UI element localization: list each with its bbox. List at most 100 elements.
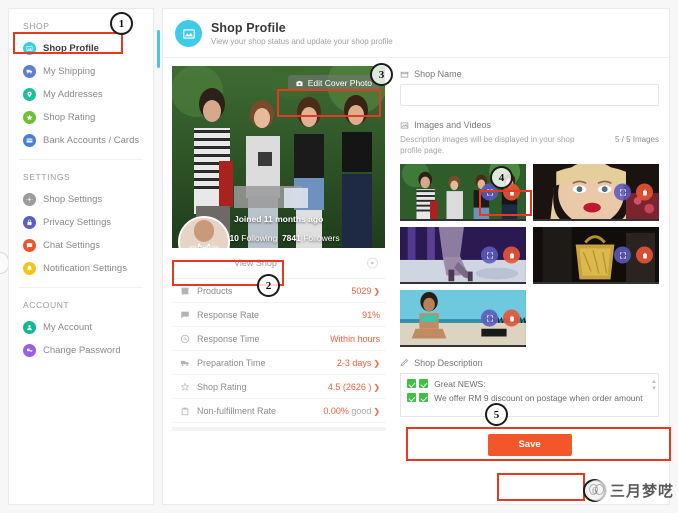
- delete-icon[interactable]: [503, 309, 521, 327]
- description-line: Great NEWS:: [407, 379, 644, 389]
- sidebar-item-label: Notification Settings: [43, 263, 127, 274]
- page-header: Shop Profile View your shop status and u…: [163, 9, 669, 58]
- sidebar-item-change-password[interactable]: Change Password: [9, 339, 153, 362]
- stat-row[interactable]: Shop Rating 4.5 (2626 ) ❯: [172, 375, 387, 399]
- images-grid: Swimwear: [400, 163, 659, 347]
- view-shop-row[interactable]: View Shop ▸: [172, 248, 387, 279]
- sidebar-item-label: Privacy Settings: [43, 217, 112, 228]
- edit-icon[interactable]: [481, 246, 499, 264]
- annotation-number-1: 1: [110, 12, 133, 35]
- stat-row[interactable]: Non-fulfillment Rate 0.00% good ❯: [172, 399, 387, 423]
- stat-row[interactable]: Response Rate 91%: [172, 303, 387, 327]
- image-icon: [175, 20, 202, 47]
- description-line-text: Great NEWS:: [434, 378, 486, 389]
- check-mark-icon: [419, 393, 429, 403]
- shop-profile-form: Shop Name Images and Videos Description …: [394, 58, 669, 456]
- sidebar-item-notification-settings[interactable]: Notification Settings: [9, 257, 153, 280]
- stat-label: Response Time: [197, 333, 260, 344]
- check-mark-icon: [419, 379, 429, 389]
- delete-icon[interactable]: [636, 183, 653, 201]
- stat-row[interactable]: Response Time Within hours: [172, 327, 387, 351]
- images-description: Description images will be displayed in …: [400, 135, 575, 155]
- sidebar-item-chat-settings[interactable]: Chat Settings: [9, 234, 153, 257]
- sidebar-item-shop-rating[interactable]: Shop Rating: [9, 106, 153, 129]
- sidebar-item-privacy-settings[interactable]: Privacy Settings: [9, 211, 153, 234]
- image-tile-actions: [614, 246, 653, 264]
- chat-icon: [23, 239, 36, 252]
- chat-icon: [180, 310, 190, 320]
- save-button[interactable]: Save: [487, 433, 572, 456]
- key-icon: [23, 344, 36, 357]
- view-shop-label: View Shop: [234, 258, 277, 268]
- chevron-right-icon: ▸: [367, 257, 379, 269]
- pin-icon: [23, 88, 36, 101]
- sidebar-item-shop-settings[interactable]: Shop Settings: [9, 188, 153, 211]
- content-columns: Edit Cover Photo Joined 11 months ago 12…: [163, 58, 669, 456]
- follow-stats: 1210 Following 7841 Followers: [220, 233, 340, 243]
- images-count: 5 / 5 Images: [614, 135, 659, 144]
- card-icon: [23, 134, 36, 147]
- image-tile[interactable]: [400, 226, 527, 284]
- stat-label: Shop Rating: [197, 381, 247, 392]
- sidebar-item-label: Chat Settings: [43, 240, 101, 251]
- sidebar-item-label: Bank Accounts / Cards: [43, 135, 140, 146]
- sidebar-item-label: My Account: [43, 322, 93, 333]
- bag-icon: [180, 406, 190, 416]
- followers-count: 7841: [281, 233, 301, 243]
- stat-value: 5029 ❯: [351, 285, 381, 296]
- sidebar-item-label: Change Password: [43, 345, 121, 356]
- box-icon: [180, 286, 190, 296]
- check-mark-icon: [407, 379, 417, 389]
- sidebar-section-title-account: ACCOUNT: [23, 300, 70, 310]
- bell-icon: [23, 262, 36, 275]
- shop-description-textarea[interactable]: Great NEWS: We offer RM 9 discount on po…: [400, 372, 659, 417]
- shop-name-input[interactable]: [400, 84, 659, 106]
- image-icon: [23, 42, 36, 55]
- description-line: We offer RM 9 discount on postage when o…: [407, 393, 644, 403]
- camera-icon: [296, 80, 303, 86]
- sidebar-item-my-account[interactable]: My Account: [9, 316, 153, 339]
- images-and-videos-label: Images and Videos: [400, 120, 659, 130]
- image-tile[interactable]: [533, 226, 659, 284]
- watermark-logo-icon: [585, 480, 607, 501]
- page-scroll-indicator[interactable]: [157, 30, 160, 68]
- shop-description-label: Shop Description: [400, 358, 659, 368]
- stat-value: 4.5 (2626 ) ❯: [327, 381, 381, 392]
- store-icon: [400, 71, 409, 77]
- image-icon: [400, 122, 409, 128]
- delivery-icon: [180, 358, 190, 368]
- pencil-icon: [400, 359, 409, 367]
- sidebar-item-shop-profile[interactable]: Shop Profile: [9, 37, 153, 60]
- annotation-number-2: 2: [257, 274, 280, 297]
- delete-icon[interactable]: [503, 246, 521, 264]
- cover-photo-area: Edit Cover Photo Joined 11 months ago 12…: [172, 66, 385, 248]
- edit-icon[interactable]: [614, 246, 631, 264]
- clock-icon: [180, 334, 190, 344]
- page-subtitle: View your shop status and update your sh…: [211, 37, 393, 46]
- stat-value: 91%: [362, 309, 381, 320]
- images-grid-empty-slot: [533, 290, 659, 347]
- sidebar-item-my-addresses[interactable]: My Addresses: [9, 83, 153, 106]
- description-scrollbar[interactable]: ▲ ▼: [651, 379, 657, 411]
- check-mark-icon: [407, 393, 417, 403]
- edit-cover-photo-button[interactable]: Edit Cover Photo: [287, 75, 379, 91]
- images-description-row: Description images will be displayed in …: [400, 135, 659, 157]
- gear-icon: [23, 193, 36, 206]
- page-title: Shop Profile: [211, 21, 286, 35]
- save-button-row: Save: [400, 433, 659, 456]
- sidebar-item-bank-accounts-cards[interactable]: Bank Accounts / Cards: [9, 129, 153, 152]
- image-tile[interactable]: [533, 163, 659, 221]
- edit-icon[interactable]: [614, 183, 631, 201]
- sidebar-item-label: Shop Profile: [43, 43, 99, 54]
- stat-row[interactable]: Preparation Time 2-3 days ❯: [172, 351, 387, 375]
- star-icon: [180, 381, 190, 392]
- edit-icon[interactable]: [481, 309, 499, 327]
- edit-cover-photo-label: Edit Cover Photo: [307, 78, 372, 88]
- image-tile[interactable]: Swimwear: [400, 289, 527, 347]
- stat-value: 2-3 days ❯: [336, 357, 381, 368]
- annotation-number-4: 4: [490, 166, 513, 189]
- left-sidebar: SHOP Shop Profile My Shipping My Address…: [8, 8, 154, 505]
- sidebar-item-my-shipping[interactable]: My Shipping: [9, 60, 153, 83]
- delete-icon[interactable]: [636, 246, 653, 264]
- star-icon: [23, 111, 36, 124]
